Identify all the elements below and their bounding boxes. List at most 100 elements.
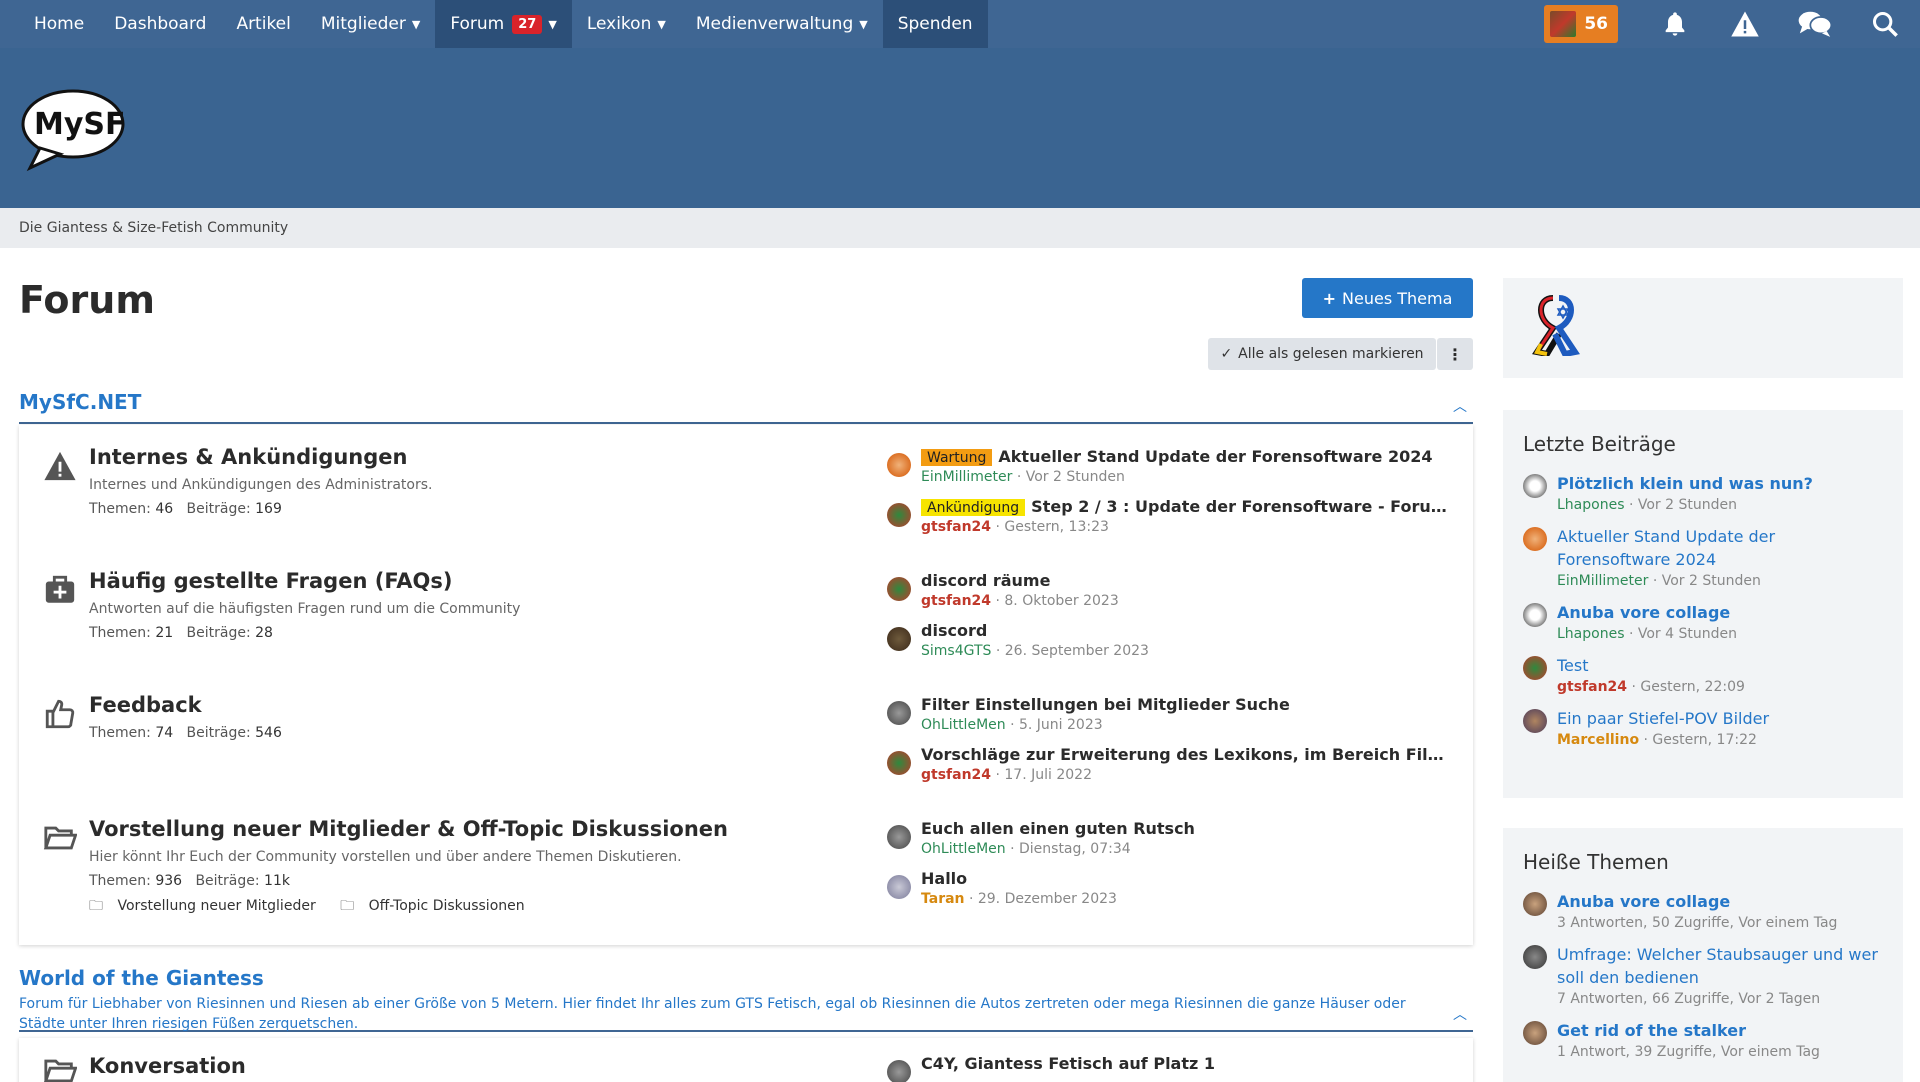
recent-post-author[interactable]: EinMillimeter <box>1557 573 1648 589</box>
recent-post-title[interactable]: Anuba vore collage <box>1557 601 1903 624</box>
post-time: · 26. September 2023 <box>995 643 1149 659</box>
hot-topic-title[interactable]: Get rid of the stalker <box>1557 1019 1903 1042</box>
forum-title[interactable]: Internes & Ankündigungen <box>89 445 408 469</box>
post-time: · 29. Dezember 2023 <box>968 891 1117 907</box>
chevron-down-icon: ▼ <box>657 17 666 31</box>
post-time: · Dienstag, 07:34 <box>1010 841 1131 857</box>
recent-post-time: · Gestern, 22:09 <box>1631 679 1745 695</box>
hot-topic-item[interactable]: Umfrage: Welcher Staubsauger und wer sol… <box>1523 943 1903 1007</box>
site-logo[interactable]: MySFC <box>20 88 126 172</box>
forum-title[interactable]: Häufig gestellte Fragen (FAQs) <box>89 569 452 593</box>
recent-posts-box: Letzte Beiträge Plötzlich klein und was … <box>1503 410 1903 798</box>
post-author[interactable]: gtsfan24 <box>921 767 991 783</box>
forum-list: Konversation C4Y, Giantess Fetisch auf P… <box>19 1038 1473 1082</box>
latest-post[interactable]: discord Sims4GTS · 26. September 2023 <box>887 621 1457 671</box>
new-topic-button[interactable]: + Neues Thema <box>1302 278 1473 318</box>
nav-dashboard[interactable]: Dashboard <box>99 0 221 48</box>
nav-home[interactable]: Home <box>0 0 99 48</box>
subforum-link[interactable]: 🗀 Off-Topic Diskussionen <box>340 898 534 914</box>
post-time: · 17. Juli 2022 <box>995 767 1092 783</box>
collapse-icon[interactable]: ︿ <box>1453 396 1467 416</box>
avatar <box>887 453 911 477</box>
post-author[interactable]: gtsfan24 <box>921 593 991 609</box>
latest-post[interactable]: Euch allen einen guten Rutsch OhLittleMe… <box>887 819 1457 869</box>
more-options-button[interactable]: ⋮ <box>1437 338 1473 370</box>
nav-spenden-label: Spenden <box>897 14 973 34</box>
avatar <box>887 577 911 601</box>
collapse-icon[interactable]: ︿ <box>1453 1004 1467 1024</box>
latest-post[interactable]: Filter Einstellungen bei Mitglieder Such… <box>887 695 1457 745</box>
avatar <box>887 627 911 651</box>
post-author[interactable]: OhLittleMen <box>921 717 1006 733</box>
hot-topic-item[interactable]: Anuba vore collage 3 Antworten, 50 Zugri… <box>1523 890 1903 931</box>
folder-icon: 🗀 <box>89 898 103 914</box>
nav-forum-label: Forum <box>450 14 505 34</box>
nav-forum[interactable]: Forum 27 ▼ <box>435 0 572 48</box>
forum-node: Konversation C4Y, Giantess Fetisch auf P… <box>19 1044 1473 1082</box>
search-icon[interactable] <box>1850 0 1920 48</box>
nav-medienverwaltung[interactable]: Medienverwaltung ▼ <box>681 0 883 48</box>
latest-post[interactable]: C4Y, Giantess Fetisch auf Platz 1 <box>887 1054 1457 1082</box>
hot-topic-item[interactable]: Get rid of the stalker 1 Antwort, 39 Zug… <box>1523 1019 1903 1060</box>
user-avatar <box>1550 11 1577 37</box>
forum-title[interactable]: Vorstellung neuer Mitglieder & Off-Topic… <box>89 817 728 841</box>
recent-post-title[interactable]: Plötzlich klein und was nun? <box>1557 472 1903 495</box>
post-author[interactable]: Sims4GTS <box>921 643 991 659</box>
hot-topic-title[interactable]: Anuba vore collage <box>1557 890 1903 913</box>
avatar <box>887 503 911 527</box>
recent-post-title[interactable]: Test <box>1557 654 1903 677</box>
recent-post-title[interactable]: Ein paar Stiefel-POV Bilder <box>1557 707 1903 730</box>
latest-post[interactable]: Hallo Taran · 29. Dezember 2023 <box>887 869 1457 919</box>
recent-post-author[interactable]: Lhapones <box>1557 626 1624 642</box>
forum-node: Häufig gestellte Fragen (FAQs) Antworten… <box>19 557 1473 681</box>
bell-icon[interactable] <box>1640 0 1710 48</box>
category-header: World of the Giantess Forum für Liebhabe… <box>19 966 1473 1032</box>
post-author[interactable]: gtsfan24 <box>921 519 991 535</box>
latest-posts: C4Y, Giantess Fetisch auf Platz 1 <box>887 1054 1457 1082</box>
avatar <box>1523 656 1547 680</box>
recent-post-item[interactable]: Plötzlich klein und was nun? Lhapones · … <box>1523 472 1903 513</box>
themes-count: 936 <box>155 873 183 889</box>
nav-mitglieder[interactable]: Mitglieder ▼ <box>306 0 435 48</box>
recent-post-item[interactable]: Aktueller Stand Update der Forensoftware… <box>1523 525 1903 589</box>
recent-post-author[interactable]: Lhapones <box>1557 497 1624 513</box>
latest-post[interactable]: Wartung Aktueller Stand Update der Forens… <box>887 447 1457 497</box>
post-author[interactable]: OhLittleMen <box>921 841 1006 857</box>
warning-icon[interactable] <box>1710 0 1780 48</box>
recent-post-author[interactable]: gtsfan24 <box>1557 679 1627 695</box>
subforum-link[interactable]: 🗀 Vorstellung neuer Mitglieder <box>89 898 326 914</box>
post-author[interactable]: EinMillimeter <box>921 469 1012 485</box>
forum-description: Hier könnt Ihr Euch der Community vorste… <box>89 849 682 865</box>
mark-all-read-button[interactable]: ✓ Alle als gelesen markieren <box>1208 338 1436 370</box>
post-title: Euch allen einen guten Rutsch <box>921 819 1195 838</box>
recent-post-item[interactable]: Anuba vore collage Lhapones · Vor 4 Stun… <box>1523 601 1903 642</box>
post-author[interactable]: Taran <box>921 891 965 907</box>
nav-medienverwaltung-label: Medienverwaltung <box>695 14 854 34</box>
latest-post[interactable]: Ankündigung Step 2 / 3 : Update der Foren… <box>887 497 1457 547</box>
forum-title[interactable]: Konversation <box>89 1054 246 1078</box>
user-points-button[interactable]: 56 <box>1544 5 1618 43</box>
nav-artikel[interactable]: Artikel <box>221 0 305 48</box>
category-title[interactable]: MySfC.NET <box>19 390 1473 414</box>
recent-post-author[interactable]: Marcellino <box>1557 732 1639 748</box>
latest-post[interactable]: Vorschläge zur Erweiterung des Lexikons,… <box>887 745 1457 795</box>
latest-post[interactable]: discord räume gtsfan24 · 8. Oktober 2023 <box>887 571 1457 621</box>
post-title: C4Y, Giantess Fetisch auf Platz 1 <box>921 1054 1216 1073</box>
posts-count: 11k <box>264 873 290 889</box>
category-title[interactable]: World of the Giantess <box>19 966 1473 990</box>
hot-topic-title[interactable]: Umfrage: Welcher Staubsauger und wer sol… <box>1557 943 1887 989</box>
forum-description: Internes und Ankündigungen des Administr… <box>89 477 433 493</box>
recent-post-title[interactable]: Aktueller Stand Update der Forensoftware… <box>1557 525 1787 571</box>
solidarity-ribbon-icon <box>1532 295 1580 356</box>
recent-post-time: · Vor 4 Stunden <box>1628 626 1737 642</box>
recent-post-time: · Gestern, 17:22 <box>1643 732 1757 748</box>
nav-lexikon[interactable]: Lexikon ▼ <box>572 0 681 48</box>
forum-title[interactable]: Feedback <box>89 693 202 717</box>
forum-stats: Themen: 74 Beiträge: 546 <box>89 725 282 741</box>
avatar <box>887 1060 911 1082</box>
post-title: Hallo <box>921 869 968 888</box>
recent-post-item[interactable]: Test gtsfan24 · Gestern, 22:09 <box>1523 654 1903 695</box>
recent-post-item[interactable]: Ein paar Stiefel-POV Bilder Marcellino ·… <box>1523 707 1903 748</box>
nav-spenden[interactable]: Spenden <box>882 0 988 48</box>
chat-icon[interactable] <box>1780 0 1850 48</box>
